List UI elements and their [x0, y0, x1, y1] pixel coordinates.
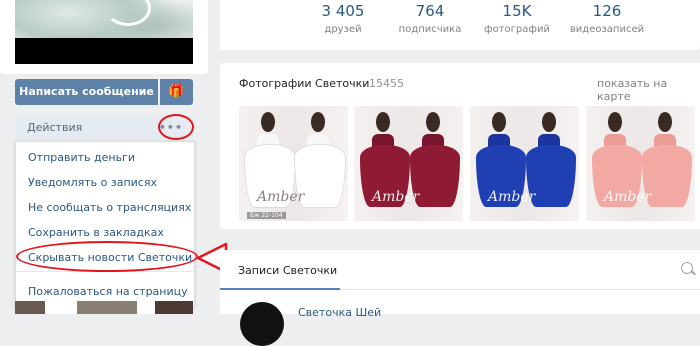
- figure-head: [492, 112, 506, 132]
- active-tab-underline: [220, 288, 340, 290]
- search-icon[interactable]: [681, 262, 693, 274]
- counter-label: друзей: [324, 24, 362, 35]
- counter-value: 126: [592, 2, 622, 20]
- menu-item-report[interactable]: Пожаловаться на страницу: [28, 285, 188, 298]
- counter-followers[interactable]: 764 подписчика: [385, 2, 475, 35]
- photo-thumb[interactable]: Amber: [470, 106, 579, 221]
- posts-block: Записи Светочки Светочка Шей: [220, 250, 700, 346]
- annotation-circle-dots: [158, 114, 194, 140]
- figure-head: [311, 112, 325, 132]
- photo-watermark: Amber: [372, 189, 420, 205]
- profile-photo-bottom: [15, 38, 193, 64]
- figure-head: [261, 112, 275, 132]
- photo-thumb[interactable]: Amber Бж 22-104: [239, 106, 348, 221]
- menu-item-send-money[interactable]: Отправить деньги: [28, 151, 135, 164]
- menu-item-bookmark[interactable]: Сохранить в закладках: [28, 226, 164, 239]
- counter-photos[interactable]: 15K фотографий: [472, 2, 562, 35]
- figure-head: [658, 112, 672, 132]
- photos-count: 15455: [369, 77, 404, 90]
- show-on-map-link[interactable]: показать на карте: [597, 77, 700, 103]
- actions-label: Действия: [27, 121, 83, 134]
- post-author-name[interactable]: Светочка Шей: [298, 306, 381, 319]
- photo-thumb[interactable]: Amber: [354, 106, 463, 221]
- counter-value: 3 405: [321, 2, 365, 20]
- counter-value: 15K: [502, 2, 532, 20]
- friend-thumb[interactable]: [15, 301, 45, 314]
- friend-thumb[interactable]: [155, 301, 193, 314]
- counter-value: 764: [415, 2, 445, 20]
- counters-card: 3 405 друзей 764 подписчика 15K фотограф…: [220, 0, 700, 50]
- photo-watermark: Amber: [488, 189, 536, 205]
- actions-dropdown-menu: Отправить деньги Уведомлять о записях Не…: [15, 141, 195, 307]
- figure-head: [608, 112, 622, 132]
- photo-watermark: Amber: [257, 189, 305, 205]
- photo-watermark: Amber: [604, 189, 652, 205]
- friends-thumbs-strip: [15, 301, 193, 314]
- avatar[interactable]: [240, 302, 284, 346]
- send-message-button[interactable]: Написать сообщение: [15, 79, 158, 105]
- tab-posts[interactable]: Записи Светочки: [238, 264, 337, 277]
- gift-icon: 🎁: [168, 84, 185, 99]
- counter-label: подписчика: [398, 24, 462, 35]
- photos-block: Фотографии Светочки 15455 показать на ка…: [220, 63, 700, 229]
- photo-caption: Бж 22-104: [247, 212, 286, 219]
- counter-videos[interactable]: 126 видеозаписей: [562, 2, 652, 35]
- annotation-circle-hide-news: [16, 241, 198, 272]
- profile-photo-card: [0, 0, 208, 74]
- figure-head: [426, 112, 440, 132]
- friend-thumb[interactable]: [77, 301, 137, 314]
- counter-label: фотографий: [484, 24, 550, 35]
- figure-head: [376, 112, 390, 132]
- send-gift-button[interactable]: 🎁: [160, 79, 193, 105]
- counter-label: видеозаписей: [569, 24, 645, 35]
- photo-thumb[interactable]: Amber: [586, 106, 695, 221]
- photos-title[interactable]: Фотографии Светочки: [239, 77, 369, 90]
- figure-head: [542, 112, 556, 132]
- counter-friends[interactable]: 3 405 друзей: [298, 2, 388, 35]
- menu-item-notify-posts[interactable]: Уведомлять о записях: [28, 176, 157, 189]
- menu-item-no-broadcasts[interactable]: Не сообщать о трансляциях: [28, 201, 191, 214]
